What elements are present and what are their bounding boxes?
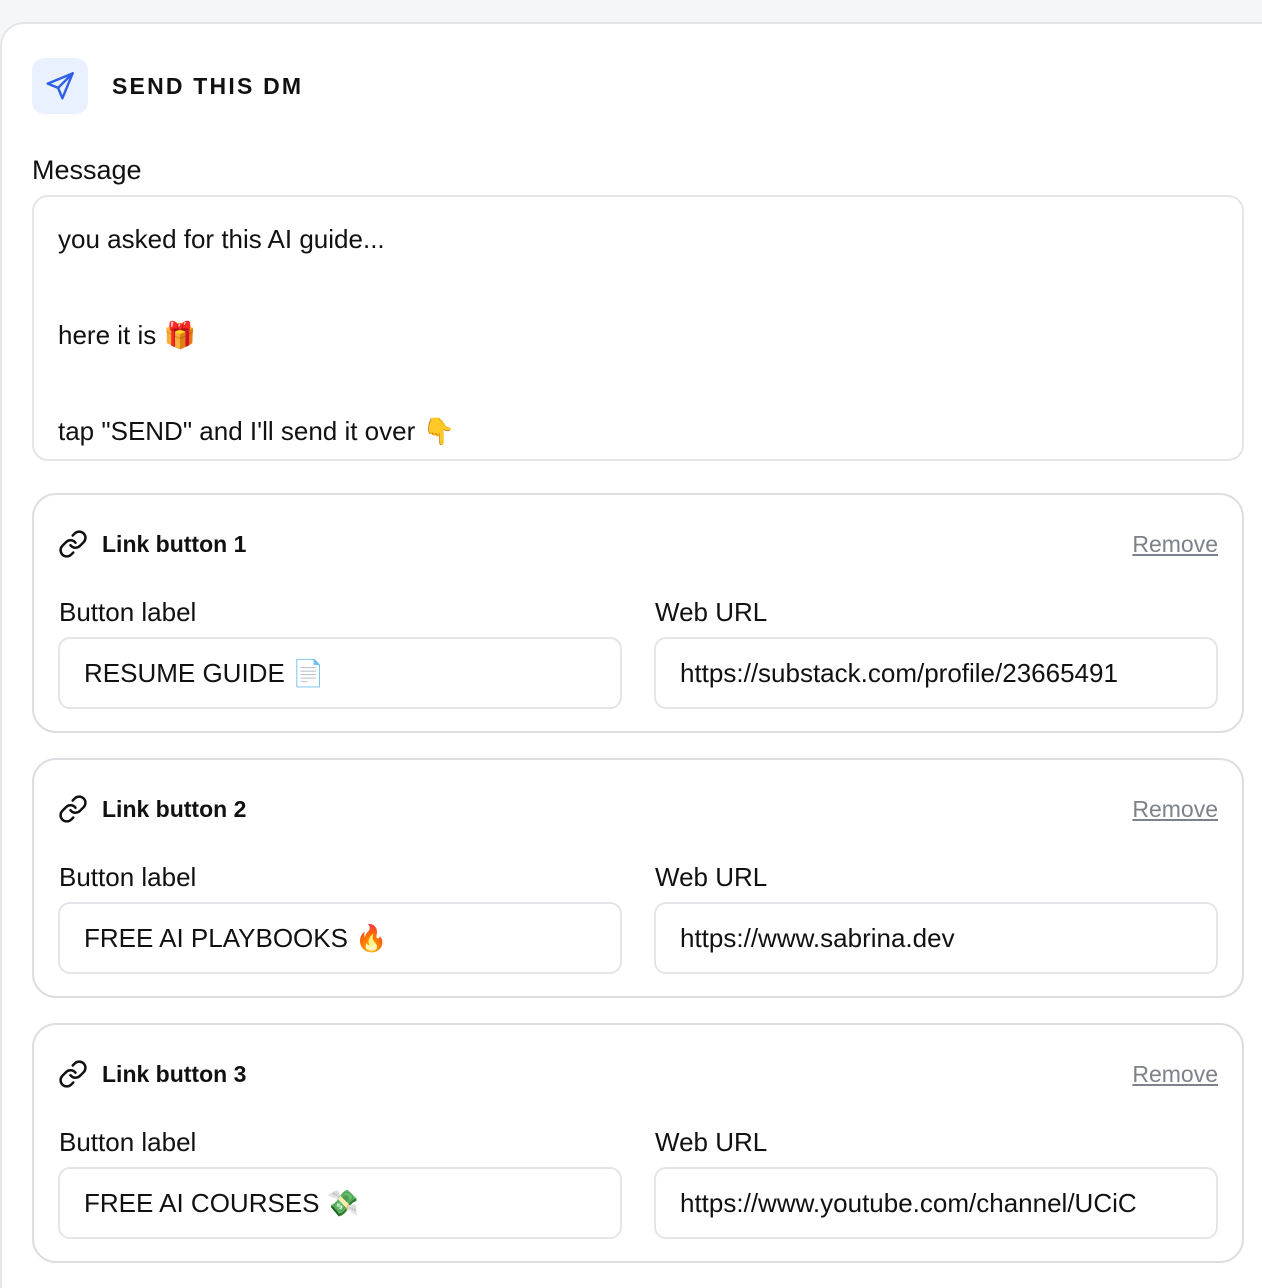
remove-link-button[interactable]: Remove [1132,796,1218,823]
web-url-input[interactable] [654,902,1218,974]
link-button-card-3: Link button 3 Remove Button label Web UR… [32,1023,1244,1263]
button-label-input[interactable] [58,637,622,709]
link-button-header: Link button 3 [58,1059,246,1089]
web-url-label: Web URL [655,862,768,892]
message-line: you asked for this AI guide... [58,224,385,254]
link-icon [58,529,88,559]
card-header: SEND THIS DM [32,58,303,114]
link-button-card-2: Link button 2 Remove Button label Web UR… [32,758,1244,998]
link-button-title: Link button 3 [102,1060,247,1087]
link-button-title: Link button 1 [102,530,247,557]
link-icon [58,1059,88,1089]
message-line: here it is 🎁 [58,320,196,350]
send-icon [32,58,88,114]
remove-link-button[interactable]: Remove [1132,531,1218,558]
button-label-input[interactable] [58,902,622,974]
page-title: SEND THIS DM [112,72,304,99]
message-line [58,263,1218,311]
remove-link-button[interactable]: Remove [1132,1061,1218,1088]
link-button-header: Link button 1 [58,529,246,559]
web-url-label: Web URL [655,1127,768,1157]
message-label: Message [32,155,142,185]
message-textarea[interactable]: you asked for this AI guide... here it i… [32,195,1244,461]
web-url-input[interactable] [654,1167,1218,1239]
link-button-header: Link button 2 [58,794,246,824]
button-label-input[interactable] [58,1167,622,1239]
link-button-title: Link button 2 [102,795,247,822]
link-icon [58,794,88,824]
message-line [58,359,1218,407]
button-label-label: Button label [59,597,197,627]
send-dm-card: SEND THIS DM Message you asked for this … [0,22,1262,1288]
web-url-label: Web URL [655,597,768,627]
message-line: tap "SEND" and I'll send it over 👇 [58,416,455,446]
button-label-label: Button label [59,1127,197,1157]
button-label-label: Button label [59,862,197,892]
web-url-input[interactable] [654,637,1218,709]
link-button-card-1: Link button 1 Remove Button label Web UR… [32,493,1244,733]
